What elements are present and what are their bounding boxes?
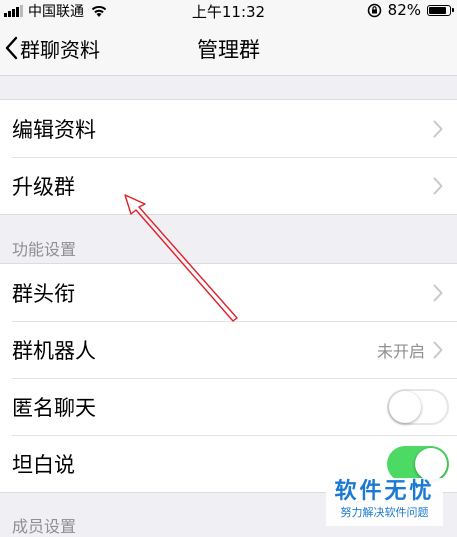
group-basic: 编辑资料 升级群 xyxy=(0,99,457,215)
row-upgrade-group[interactable]: 升级群 xyxy=(0,157,457,214)
battery-icon xyxy=(427,4,454,16)
status-bar: 中国联通 上午11:32 82% xyxy=(0,0,457,21)
watermark-sub: 努力解决软件问题 xyxy=(340,506,429,519)
row-label: 群头衔 xyxy=(12,281,75,306)
nav-bar: 群聊资料 管理群 xyxy=(0,20,457,76)
row-label: 匿名聊天 xyxy=(12,395,96,420)
anonymous-chat-toggle[interactable] xyxy=(387,388,449,425)
row-label: 群机器人 xyxy=(12,338,96,363)
section-header-members: 成员设置 xyxy=(12,517,77,536)
chevron-right-icon xyxy=(433,120,443,137)
row-label: 编辑资料 xyxy=(12,117,96,142)
chevron-right-icon xyxy=(433,284,443,301)
row-group-title[interactable]: 群头衔 xyxy=(0,264,457,321)
section-header-features: 功能设置 xyxy=(12,240,77,259)
chevron-right-icon xyxy=(433,341,443,358)
watermark: 软件无忧 努力解决软件问题 xyxy=(326,478,443,526)
row-anonymous-chat: 匿名聊天 xyxy=(0,378,457,435)
page-title: 管理群 xyxy=(197,38,260,62)
status-right: 82% xyxy=(367,1,454,19)
chevron-right-icon xyxy=(433,177,443,194)
row-edit-profile[interactable]: 编辑资料 xyxy=(0,100,457,157)
confession-toggle[interactable] xyxy=(387,445,449,482)
orientation-lock-icon xyxy=(367,3,381,17)
row-label: 升级群 xyxy=(12,174,75,199)
battery-percent: 82% xyxy=(387,1,421,19)
row-group-robot[interactable]: 群机器人 未开启 xyxy=(0,321,457,378)
row-label: 坦白说 xyxy=(12,452,75,477)
robot-status: 未开启 xyxy=(376,341,425,361)
group-features: 群头衔 群机器人 未开启 匿名聊天 坦白说 xyxy=(0,263,457,493)
watermark-main: 软件无忧 xyxy=(334,479,435,504)
